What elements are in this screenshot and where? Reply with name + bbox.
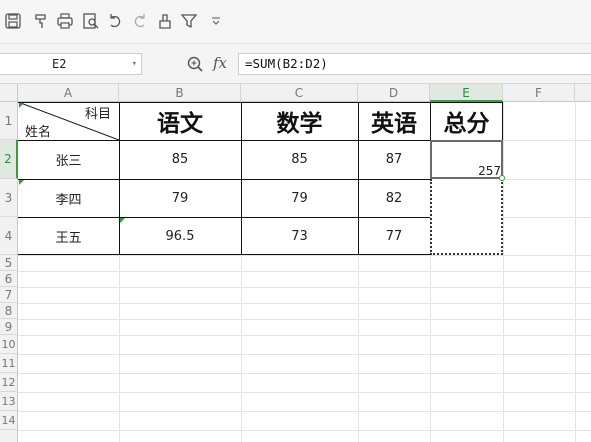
format-painter-icon[interactable] (32, 12, 50, 30)
filter-icon[interactable] (180, 12, 198, 30)
header-subject-label: 科目 (84, 106, 111, 122)
column-header-d[interactable]: D (358, 84, 430, 102)
cell-d2[interactable]: 87 (358, 140, 430, 179)
cell-b4[interactable]: 96.5 (119, 217, 241, 255)
row-header-12[interactable]: 12 (0, 373, 18, 392)
active-cell-selection (430, 140, 503, 179)
select-all-corner[interactable] (0, 84, 18, 102)
row-header-13[interactable]: 13 (0, 392, 18, 411)
formula-bar: E2 ▾ fx =SUM(B2:D2) (0, 44, 591, 84)
undo-icon[interactable] (106, 12, 124, 30)
row-header-11[interactable]: 11 (0, 354, 18, 373)
row-header-6[interactable]: 6 (0, 271, 18, 287)
fill-handle[interactable] (499, 175, 505, 181)
save-icon[interactable] (4, 12, 22, 30)
cell-a3[interactable]: 李四 (18, 179, 119, 217)
row-header-3[interactable]: 3 (0, 179, 18, 217)
header-total[interactable]: 总分 (430, 102, 503, 140)
quick-access-toolbar (0, 0, 591, 44)
fill-range-marquee (430, 179, 503, 255)
row-header-15[interactable] (0, 430, 18, 442)
column-header-f[interactable]: F (503, 84, 575, 102)
name-box[interactable]: E2 ▾ (0, 53, 142, 75)
header-chinese[interactable]: 语文 (119, 102, 241, 140)
cell-c4[interactable]: 73 (241, 217, 358, 255)
cell-c3[interactable]: 79 (241, 179, 358, 217)
print-preview-icon[interactable] (82, 12, 100, 30)
more-dropdown-icon[interactable] (207, 12, 225, 30)
cell-indicator-marker (19, 103, 24, 108)
column-header-c[interactable]: C (241, 84, 358, 102)
cell-b2[interactable]: 85 (119, 140, 241, 179)
row-header-7[interactable]: 7 (0, 287, 18, 303)
print-icon[interactable] (56, 12, 74, 30)
chevron-down-icon[interactable]: ▾ (132, 54, 137, 74)
name-box-value: E2 (52, 57, 67, 71)
row-header-14[interactable]: 14 (0, 411, 18, 430)
insert-function-button[interactable]: fx (213, 54, 227, 72)
cell-indicator-marker (120, 218, 125, 223)
clear-icon[interactable] (156, 12, 174, 30)
cell-a2[interactable]: 张三 (18, 140, 119, 179)
column-header-g[interactable] (575, 84, 591, 102)
header-name-label: 姓名 (24, 124, 51, 140)
column-header-b[interactable]: B (119, 84, 241, 102)
cell-d3[interactable]: 82 (358, 179, 430, 217)
cell-d4[interactable]: 77 (358, 217, 430, 255)
row-header-2[interactable]: 2 (0, 140, 18, 179)
cell-c2[interactable]: 85 (241, 140, 358, 179)
cell-b3[interactable]: 79 (119, 179, 241, 217)
formula-input[interactable]: =SUM(B2:D2) (238, 53, 591, 75)
column-header-a[interactable]: A (18, 84, 119, 102)
row-header-9[interactable]: 9 (0, 319, 18, 335)
row-header-5[interactable]: 5 (0, 255, 18, 271)
row-header-10[interactable]: 10 (0, 335, 18, 354)
header-math[interactable]: 数学 (241, 102, 358, 140)
cell-a4[interactable]: 王五 (18, 217, 119, 255)
row-header-1[interactable]: 1 (0, 102, 18, 140)
row-header-8[interactable]: 8 (0, 303, 18, 319)
zoom-search-icon[interactable] (186, 55, 204, 73)
cell-indicator-marker (19, 180, 24, 185)
header-english[interactable]: 英语 (358, 102, 430, 140)
redo-icon[interactable] (131, 12, 149, 30)
column-header-e[interactable]: E (430, 84, 503, 102)
row-header-4[interactable]: 4 (0, 217, 18, 255)
